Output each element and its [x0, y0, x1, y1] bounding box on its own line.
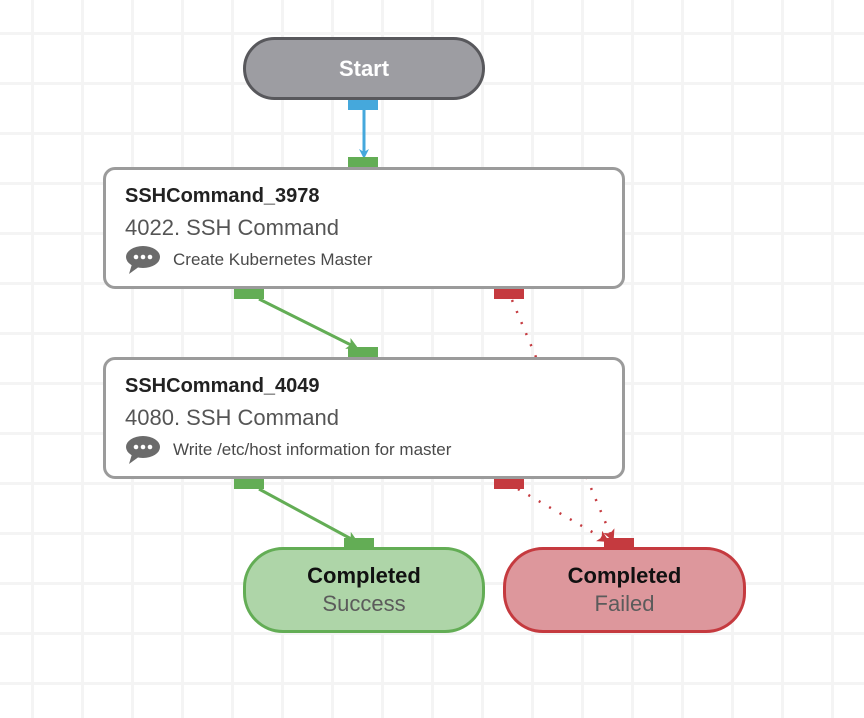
task1-input-port[interactable] [348, 157, 378, 167]
edge-task2-failure-to-failed[interactable] [517, 487, 610, 543]
success-input-port[interactable] [344, 538, 374, 548]
failed-input-port[interactable] [604, 538, 634, 548]
speech-bubble-icon [126, 436, 160, 464]
end-status: Success [322, 591, 406, 616]
edge-task2-success-to-success[interactable] [258, 487, 359, 543]
start-node[interactable]: Start [243, 37, 485, 100]
end-title: Completed [567, 563, 682, 588]
task1-success-port[interactable] [234, 289, 264, 299]
task-title: SSHCommand_3978 [125, 185, 320, 207]
task2-failure-port[interactable] [494, 479, 524, 489]
task-node-ssh-3978[interactable]: SSHCommand_3978 4022. SSH Command Create… [103, 167, 625, 289]
end-title: Completed [307, 563, 421, 588]
task-comment-text: Create Kubernetes Master [173, 250, 373, 269]
end-node-failed[interactable]: Completed Failed [503, 547, 746, 633]
task-comment: Write /etc/host information for master [125, 435, 622, 465]
task-comment-text: Write /etc/host information for master [173, 440, 452, 459]
task-node-ssh-4049[interactable]: SSHCommand_4049 4080. SSH Command Write … [103, 357, 625, 479]
end-node-success[interactable]: Completed Success [243, 547, 485, 633]
task-subtitle: 4022. SSH Command [125, 215, 339, 240]
end-status: Failed [594, 591, 655, 616]
start-label: Start [338, 55, 390, 81]
task2-input-port[interactable] [348, 347, 378, 357]
speech-bubble-icon [126, 246, 160, 274]
task2-success-port[interactable] [234, 479, 264, 489]
start-output-port[interactable] [348, 100, 378, 110]
task1-failure-port[interactable] [494, 289, 524, 299]
task-comment: Create Kubernetes Master [125, 245, 622, 275]
task-title: SSHCommand_4049 [125, 375, 320, 397]
task-subtitle: 4080. SSH Command [125, 405, 339, 430]
edge-task1-success-to-task2[interactable] [258, 297, 359, 349]
